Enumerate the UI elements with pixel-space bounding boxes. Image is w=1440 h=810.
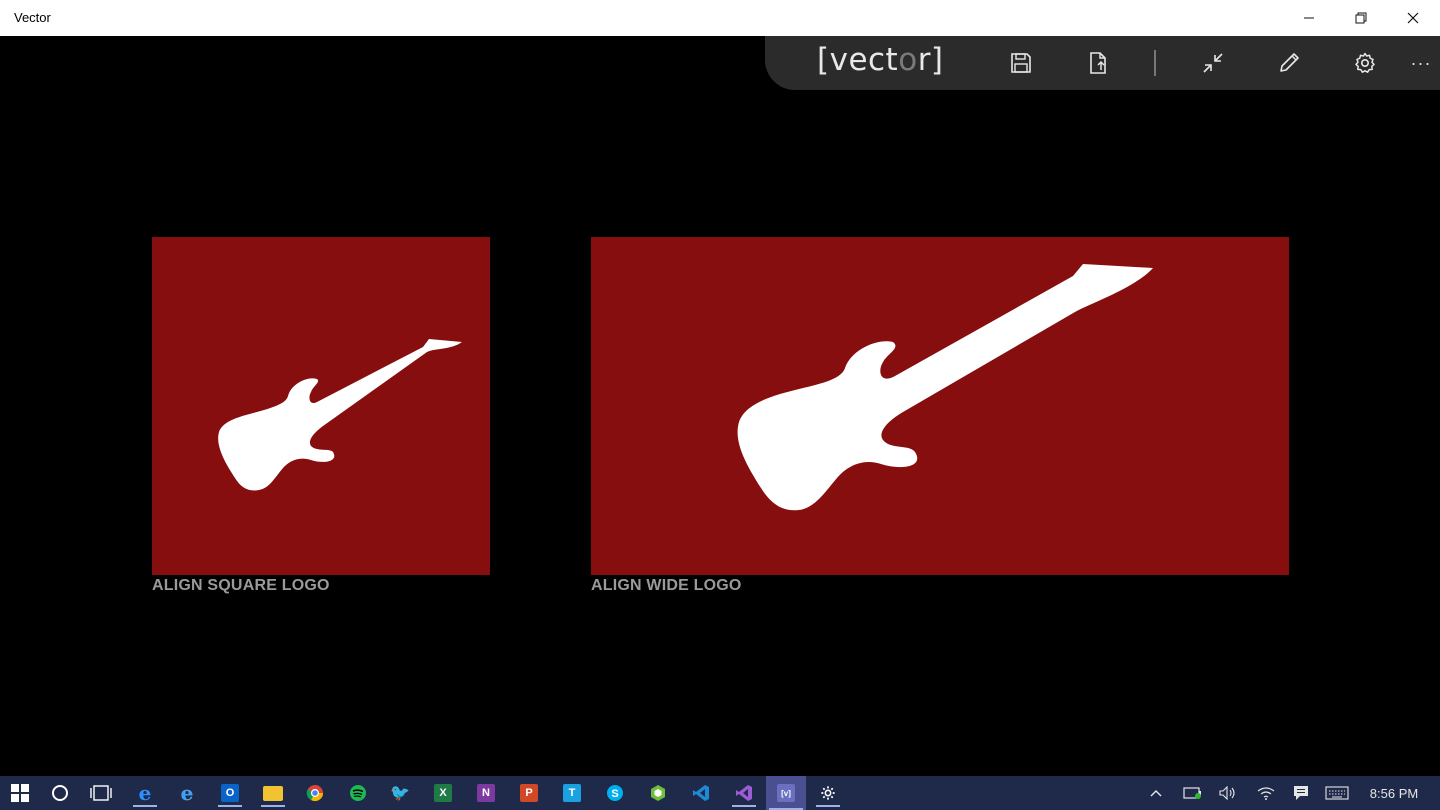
running-indicator (261, 805, 285, 807)
minimize-icon (1304, 17, 1314, 19)
square-logo-panel[interactable] (152, 237, 490, 575)
windows-icon (11, 784, 29, 802)
chevron-up-icon (1150, 790, 1162, 797)
wifi-icon (1257, 787, 1275, 800)
gear-icon (821, 786, 835, 800)
brand-text-dim: o (898, 42, 918, 78)
main-canvas: [vector] ··· ALIGN SQUARE LOGO ALIGN WID… (0, 36, 1440, 776)
toolbar: [vector] ··· (765, 36, 1440, 90)
gear-icon (1355, 52, 1375, 73)
notification-icon (1294, 786, 1308, 800)
outlook-icon: O (221, 784, 239, 802)
taskbar-app-edge[interactable]: e (130, 779, 160, 807)
battery-icon (1183, 787, 1201, 799)
speaker-icon (1219, 786, 1235, 800)
internet-explorer-icon: e (180, 781, 194, 805)
minimize-button[interactable] (1283, 0, 1335, 36)
brand-text-open: [vect (817, 42, 899, 78)
action-center-button[interactable] (1288, 776, 1314, 810)
taskbar-app-chrome[interactable] (300, 779, 330, 807)
running-indicator (218, 805, 242, 807)
chrome-icon (306, 785, 324, 802)
taskbar-app-ie[interactable]: e (172, 779, 202, 807)
title-bar: Vector (0, 0, 1440, 36)
window-title: Vector (14, 10, 51, 25)
square-logo-label: ALIGN SQUARE LOGO (152, 577, 330, 594)
save-icon (1011, 53, 1031, 73)
app-brand: [vector] (817, 42, 944, 78)
clock[interactable]: 8:56 PM (1362, 776, 1426, 810)
powerpoint-icon: P (520, 784, 538, 802)
keyboard-icon (1325, 786, 1349, 800)
restore-icon (1355, 12, 1367, 24)
twitter-icon: 🐦 (390, 785, 410, 802)
wide-logo-label: ALIGN WIDE LOGO (591, 577, 742, 594)
cortana-icon (52, 785, 68, 801)
wide-logo-panel[interactable] (591, 237, 1289, 575)
edge-icon: e (138, 781, 152, 805)
vscode-icon (693, 785, 709, 801)
more-icon: ··· (1410, 52, 1432, 73)
start-button[interactable] (5, 779, 35, 807)
export-button[interactable] (1082, 47, 1114, 79)
export-icon (1090, 52, 1106, 74)
guitar-icon (218, 339, 462, 491)
spotify-icon (350, 785, 366, 801)
vector-app-icon: [v] (777, 784, 795, 802)
tfs-icon: T (563, 784, 581, 802)
taskbar-app-excel[interactable]: X (428, 779, 458, 807)
more-button[interactable]: ··· (1405, 47, 1437, 79)
taskbar-app-twitter[interactable]: 🐦 (385, 779, 415, 807)
taskbar-app-visual-studio[interactable] (729, 779, 759, 807)
pencil-icon (1280, 53, 1299, 72)
taskbar-app-outlook[interactable]: O (215, 779, 245, 807)
running-indicator (732, 805, 756, 807)
settings-button[interactable] (1349, 47, 1381, 79)
close-icon (1407, 12, 1419, 24)
taskbar: e e O 🐦 X N P T S [v] 8:56 PM (0, 776, 1440, 810)
visual-studio-icon (736, 785, 752, 801)
taskbar-app-skype[interactable]: S (600, 779, 630, 807)
folder-icon (263, 785, 283, 801)
taskbar-app-vscode[interactable] (686, 779, 716, 807)
cortana-button[interactable] (45, 779, 75, 807)
network-button[interactable] (1253, 776, 1279, 810)
collapse-icon (1203, 53, 1223, 73)
battery-button[interactable] (1180, 776, 1206, 810)
taskbar-app-hex[interactable] (643, 779, 673, 807)
skype-icon: S (607, 785, 623, 801)
brand-text-close: r] (917, 42, 944, 78)
task-view-icon (90, 785, 112, 801)
excel-icon: X (434, 784, 452, 802)
hexagon-icon (651, 785, 665, 801)
task-view-button[interactable] (86, 779, 116, 807)
collapse-button[interactable] (1197, 47, 1229, 79)
save-button[interactable] (1005, 47, 1037, 79)
volume-button[interactable] (1215, 776, 1241, 810)
edit-button[interactable] (1273, 47, 1305, 79)
guitar-icon (737, 264, 1153, 511)
taskbar-app-vector[interactable]: [v] (766, 776, 806, 810)
taskbar-app-explorer[interactable] (258, 779, 288, 807)
show-hidden-icons-button[interactable] (1143, 776, 1169, 810)
taskbar-app-spotify[interactable] (343, 779, 373, 807)
taskbar-app-onenote[interactable]: N (471, 779, 501, 807)
toolbar-divider (1154, 50, 1156, 76)
close-button[interactable] (1387, 0, 1439, 36)
touch-keyboard-button[interactable] (1322, 776, 1352, 810)
taskbar-app-settings[interactable] (813, 779, 843, 807)
svg-text:S: S (611, 788, 618, 800)
running-indicator (816, 805, 840, 807)
taskbar-app-powerpoint[interactable]: P (514, 779, 544, 807)
running-indicator (133, 805, 157, 807)
onenote-icon: N (477, 784, 495, 802)
restore-button[interactable] (1335, 0, 1387, 36)
taskbar-app-tfs[interactable]: T (557, 779, 587, 807)
